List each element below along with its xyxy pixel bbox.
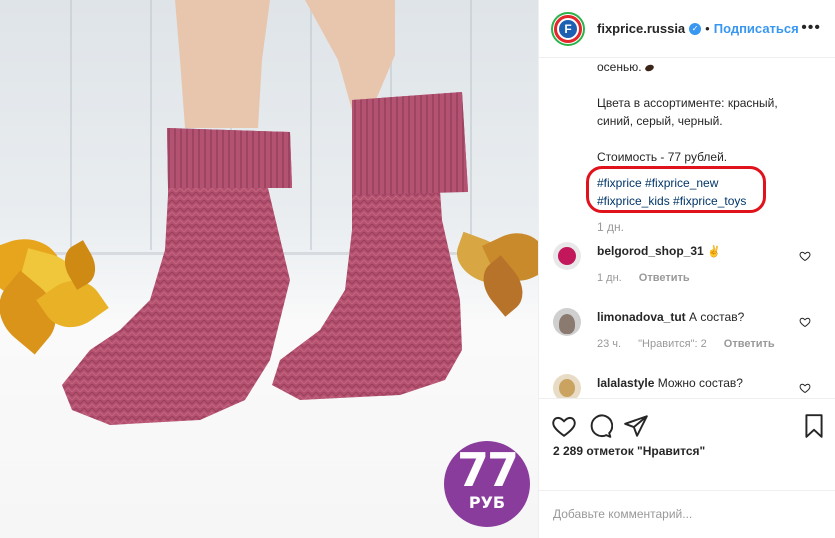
caption-line: синий, серый, черный. [597, 114, 723, 128]
comment-body: Можно состав? [657, 376, 743, 390]
likes-count[interactable]: 2 289 отметок "Нравится" [553, 444, 705, 458]
hashtag-highlight-annotation [586, 166, 766, 213]
comment-item: lalalastyle Можно состав? [551, 374, 821, 398]
comment-like-heart-icon[interactable] [799, 382, 811, 394]
price-amount: 77 [456, 443, 519, 497]
caption-line [597, 130, 817, 148]
comment-text: lalalastyle Можно состав? [597, 374, 743, 392]
reply-button[interactable]: Ответить [724, 338, 775, 350]
share-icon[interactable] [623, 413, 649, 439]
commenter-avatar[interactable] [553, 242, 581, 270]
profile-username[interactable]: fixprice.russia [597, 21, 685, 36]
right-leg [305, 0, 395, 110]
comment-like-heart-icon[interactable] [799, 250, 811, 262]
post-header: F fixprice.russia ✓ • Подписаться ••• [539, 0, 835, 58]
caption-line: Цвета в ассортименте: красный, [597, 96, 778, 110]
right-sock-cuff [352, 92, 468, 195]
comment-bubble-icon[interactable] [587, 413, 613, 439]
reply-button[interactable]: Ответить [639, 272, 690, 284]
comment-text: belgorod_shop_31 ✌ [597, 242, 721, 261]
comment-like-heart-icon[interactable] [799, 316, 811, 328]
comment-text: limonadova_tut А состав? [597, 308, 744, 326]
left-leg [175, 0, 270, 128]
post-actions-bar [539, 398, 835, 450]
left-sock-cuff [167, 128, 292, 188]
clap-emoji-icon: ✌ [707, 246, 721, 258]
caption-line: Стоимость - 77 рублей. [597, 150, 728, 164]
like-heart-icon[interactable] [551, 413, 577, 439]
avatar-image [558, 247, 576, 265]
caption-line [597, 76, 817, 94]
post-caption: осенью. Цвета в ассортименте: красный, с… [597, 58, 817, 166]
comment-username[interactable]: belgorod_shop_31 [597, 244, 704, 258]
comment-time[interactable]: 1 дн. [597, 272, 622, 284]
commenter-avatar[interactable] [553, 308, 581, 336]
comment-likes[interactable]: "Нравится": 2 [638, 338, 707, 350]
caption-timestamp[interactable]: 1 дн. [597, 220, 624, 234]
comment-username[interactable]: lalalastyle [597, 376, 654, 390]
verified-badge-icon: ✓ [689, 22, 702, 35]
comment-meta: 23 ч. "Нравится": 2 Ответить [597, 338, 775, 350]
fixprice-logo-icon: F [559, 19, 577, 38]
comment-item: limonadova_tut А состав? 23 ч. "Нравится… [551, 308, 821, 368]
coffee-bean-emoji-icon [644, 63, 655, 73]
price-badge: 77 РУБ [444, 441, 530, 527]
more-options-icon[interactable]: ••• [801, 19, 821, 37]
post-photo[interactable]: 77 РУБ [0, 0, 538, 538]
profile-avatar[interactable]: F [551, 11, 585, 46]
comment-time[interactable]: 23 ч. [597, 338, 621, 350]
avatar-image [559, 314, 575, 334]
header-separator: • [705, 21, 710, 36]
comment-body: А состав? [689, 310, 745, 324]
comment-meta: 1 дн. Ответить [597, 272, 690, 284]
column-divider [538, 0, 539, 538]
commenter-avatar[interactable] [553, 374, 581, 398]
follow-button[interactable]: Подписаться [714, 21, 799, 36]
save-bookmark-icon[interactable] [801, 413, 827, 439]
price-currency: РУБ [468, 493, 506, 512]
comment-username[interactable]: limonadova_tut [597, 310, 686, 324]
avatar-image [559, 379, 575, 397]
add-comment-input[interactable]: Добавьте комментарий... [539, 490, 835, 538]
caption-line: осенью. [597, 58, 817, 76]
avatar-logo: F [554, 14, 582, 43]
comment-item: belgorod_shop_31 ✌ 1 дн. Ответить [551, 242, 821, 302]
